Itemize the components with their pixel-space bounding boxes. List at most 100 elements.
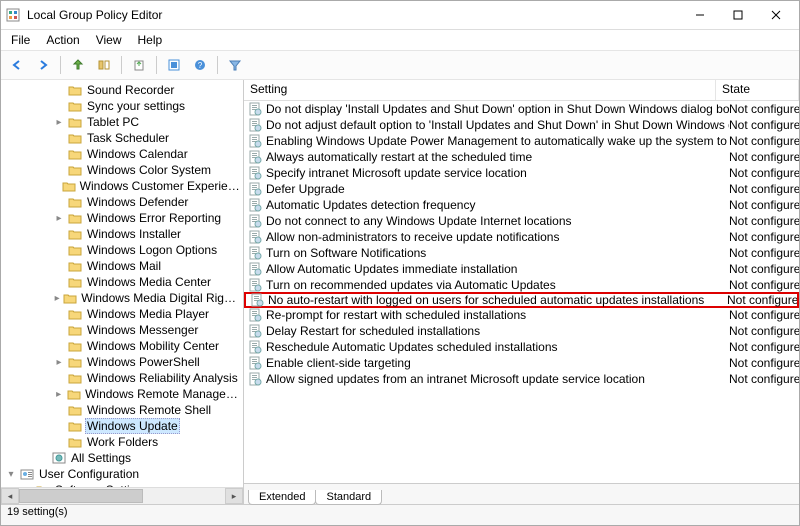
policy-row[interactable]: Allow signed updates from an intranet Mi… <box>244 371 799 387</box>
policy-row[interactable]: Re-prompt for restart with scheduled ins… <box>244 307 799 323</box>
policy-state: Not configured <box>729 278 799 292</box>
tree-item[interactable]: Windows Customer Experience Improvement … <box>1 178 243 194</box>
tree-item[interactable]: Work Folders <box>1 434 243 450</box>
policy-row[interactable]: Allow non-administrators to receive upda… <box>244 229 799 245</box>
up-button[interactable] <box>66 53 90 77</box>
tree-item[interactable]: Windows Messenger <box>1 322 243 338</box>
policy-icon <box>248 102 262 116</box>
tree-item-label: Windows Defender <box>85 195 190 209</box>
tree-item[interactable]: Windows Media Center <box>1 274 243 290</box>
policy-row[interactable]: Delay Restart for scheduled installation… <box>244 323 799 339</box>
policy-row[interactable]: Do not display 'Install Updates and Shut… <box>244 101 799 117</box>
tree-item[interactable]: Windows Mobility Center <box>1 338 243 354</box>
toolbar-separator <box>121 56 122 74</box>
maximize-button[interactable] <box>719 4 757 26</box>
policy-row[interactable]: Allow Automatic Updates immediate instal… <box>244 261 799 277</box>
policy-state: Not configured <box>729 308 799 322</box>
tree-item[interactable]: Windows Remote Management <box>1 386 243 402</box>
policy-row[interactable]: Do not connect to any Windows Update Int… <box>244 213 799 229</box>
chevron-right-icon[interactable] <box>21 485 33 488</box>
close-button[interactable] <box>757 4 795 26</box>
policy-name: Re-prompt for restart with scheduled ins… <box>266 308 729 322</box>
policy-row[interactable]: Turn on Software NotificationsNot config… <box>244 245 799 261</box>
chevron-right-icon[interactable] <box>53 293 61 304</box>
tree-item[interactable]: Windows Update <box>1 418 243 434</box>
chevron-right-icon[interactable] <box>53 389 64 400</box>
col-setting[interactable]: Setting <box>244 80 716 100</box>
policy-state: Not configured <box>729 166 799 180</box>
statusbar: 19 setting(s) <box>1 504 799 525</box>
policy-name: Enable client-side targeting <box>266 356 729 370</box>
policy-state: Not configured <box>729 372 799 386</box>
toolbar-separator <box>60 56 61 74</box>
tree-item-label: Sound Recorder <box>85 83 176 97</box>
folder-icon <box>67 243 83 257</box>
menu-action[interactable]: Action <box>40 32 85 48</box>
tree-item[interactable]: Sync your settings <box>1 98 243 114</box>
scroll-track[interactable] <box>19 489 225 503</box>
tree-hscrollbar[interactable]: ◂ ▸ <box>1 487 243 504</box>
tree-item[interactable]: Windows PowerShell <box>1 354 243 370</box>
policy-icon <box>248 150 262 164</box>
menu-file[interactable]: File <box>5 32 36 48</box>
tree-item[interactable]: Windows Defender <box>1 194 243 210</box>
tree-item[interactable]: Windows Media Player <box>1 306 243 322</box>
filter-button[interactable] <box>223 53 247 77</box>
tree-item-label: Task Scheduler <box>85 131 171 145</box>
policy-state: Not configured <box>727 293 797 307</box>
policy-row[interactable]: Reschedule Automatic Updates scheduled i… <box>244 339 799 355</box>
policy-row[interactable]: Do not adjust default option to 'Install… <box>244 117 799 133</box>
scroll-thumb[interactable] <box>19 489 143 503</box>
tree-item-label: Windows Messenger <box>85 323 200 337</box>
policy-row[interactable]: Defer UpgradeNot configured <box>244 181 799 197</box>
tree-item[interactable]: Windows Media Digital Rights Management <box>1 290 243 306</box>
nav-forward-button[interactable] <box>31 53 55 77</box>
tree-item[interactable]: Windows Calendar <box>1 146 243 162</box>
menu-view[interactable]: View <box>90 32 128 48</box>
chevron-right-icon[interactable] <box>53 213 65 224</box>
tree-item[interactable]: Tablet PC <box>1 114 243 130</box>
tree-item[interactable]: Windows Logon Options <box>1 242 243 258</box>
tree-item[interactable]: Task Scheduler <box>1 130 243 146</box>
refresh-button[interactable] <box>162 53 186 77</box>
policy-row[interactable]: No auto-restart with logged on users for… <box>244 292 799 308</box>
menu-help[interactable]: Help <box>132 32 169 48</box>
nav-back-button[interactable] <box>5 53 29 77</box>
folder-icon <box>67 403 83 417</box>
folder-icon <box>67 115 83 129</box>
tree-item[interactable]: Windows Remote Shell <box>1 402 243 418</box>
folder-icon <box>63 291 77 305</box>
policy-row[interactable]: Always automatically restart at the sche… <box>244 149 799 165</box>
tree-item[interactable]: User Configuration <box>1 466 243 482</box>
minimize-button[interactable] <box>681 4 719 26</box>
tree-item-label: Windows Mail <box>85 259 163 273</box>
tree-item[interactable]: Software Settings <box>1 482 243 487</box>
help-button[interactable]: ? <box>188 53 212 77</box>
export-button[interactable] <box>127 53 151 77</box>
chevron-down-icon[interactable] <box>5 469 17 480</box>
tab-standard[interactable]: Standard <box>315 490 382 505</box>
tree-item[interactable]: Sound Recorder <box>1 82 243 98</box>
tree-item[interactable]: Windows Color System <box>1 162 243 178</box>
tree-item[interactable]: Windows Reliability Analysis <box>1 370 243 386</box>
policy-state: Not configured <box>729 118 799 132</box>
col-state[interactable]: State <box>716 80 799 100</box>
tree-item[interactable]: Windows Error Reporting <box>1 210 243 226</box>
policy-row[interactable]: Enable client-side targetingNot configur… <box>244 355 799 371</box>
policy-row[interactable]: Automatic Updates detection frequencyNot… <box>244 197 799 213</box>
chevron-right-icon[interactable] <box>53 357 65 368</box>
policy-row[interactable]: Enabling Windows Update Power Management… <box>244 133 799 149</box>
tree-item[interactable]: Windows Mail <box>1 258 243 274</box>
policy-state: Not configured <box>729 324 799 338</box>
policy-row[interactable]: Specify intranet Microsoft update servic… <box>244 165 799 181</box>
show-hide-tree-button[interactable] <box>92 53 116 77</box>
scroll-left-icon[interactable]: ◂ <box>1 488 19 504</box>
chevron-right-icon[interactable] <box>53 117 65 128</box>
policy-row[interactable]: Turn on recommended updates via Automati… <box>244 277 799 293</box>
status-text: 19 setting(s) <box>7 506 68 518</box>
toolbar-separator <box>156 56 157 74</box>
tab-extended[interactable]: Extended <box>248 490 316 505</box>
tree-item[interactable]: Windows Installer <box>1 226 243 242</box>
scroll-right-icon[interactable]: ▸ <box>225 488 243 504</box>
tree-item[interactable]: All Settings <box>1 450 243 466</box>
